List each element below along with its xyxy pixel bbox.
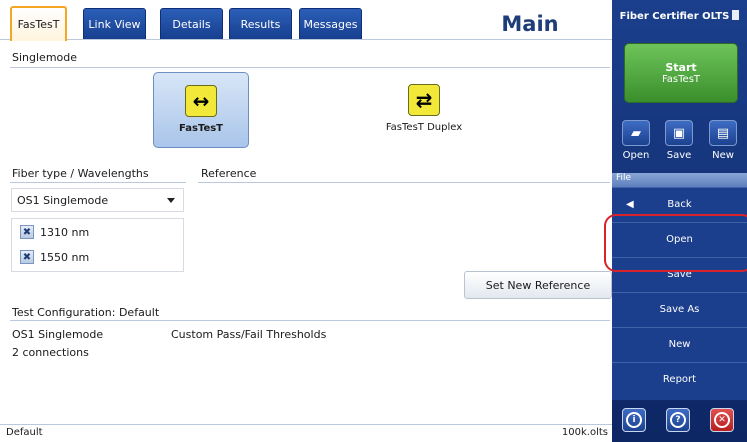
new-icon-label: New — [712, 150, 734, 161]
menu-item-open[interactable]: Open — [612, 222, 747, 256]
singlemode-label: Singlemode — [12, 51, 78, 64]
file-menu-header: File — [612, 173, 747, 187]
set-new-reference-button[interactable]: Set New Reference — [464, 271, 612, 299]
fiber-type-value: OS1 Singlemode — [17, 193, 109, 207]
close-icon[interactable]: ✕ — [710, 408, 734, 432]
page-title: Main — [501, 12, 559, 36]
mode-fastest-button[interactable]: ↔ FasTesT — [153, 72, 249, 148]
info-glyph: i — [626, 412, 642, 428]
wavelength-label: 1310 nm — [40, 225, 90, 239]
tab-details[interactable]: Details — [160, 8, 223, 39]
right-sidebar: Fiber Certifier OLTS Start FasTesT ▰ ▣ ▤… — [612, 0, 747, 442]
start-button[interactable]: Start FasTesT — [624, 43, 738, 103]
menu-item-save-as[interactable]: Save As — [612, 292, 747, 326]
test-config-label: Test Configuration: Default — [12, 306, 160, 319]
menu-item-report[interactable]: Report — [612, 362, 747, 396]
menu-item-label: Back — [667, 199, 692, 210]
main-panel: FasTesT Link View Details Results Messag… — [0, 0, 612, 442]
config-fiber-type: OS1 Singlemode — [12, 328, 104, 341]
chevron-down-icon — [167, 198, 175, 203]
tab-link-view[interactable]: Link View — [83, 8, 146, 39]
menu-item-new[interactable]: New — [612, 327, 747, 361]
fiber-section-label: Fiber type / Wavelengths — [12, 167, 149, 180]
list-item[interactable]: ✖ 1550 nm — [20, 250, 89, 264]
fiber-type-dropdown[interactable]: OS1 Singlemode — [11, 188, 184, 212]
new-document-icon[interactable]: ▤ — [709, 120, 737, 146]
document-icon — [732, 10, 740, 20]
menu-item-label: New — [668, 339, 691, 350]
menu-item-label: Report — [662, 374, 697, 385]
menu-item-save[interactable]: Save — [612, 257, 747, 291]
help-glyph: ? — [670, 412, 686, 428]
checkbox-icon[interactable]: ✖ — [20, 225, 34, 239]
folder-icon[interactable]: ▰ — [622, 120, 650, 146]
list-item[interactable]: ✖ 1310 nm — [20, 225, 89, 239]
divider — [10, 182, 186, 183]
floppy-icon[interactable]: ▣ — [665, 120, 693, 146]
wavelength-list: ✖ 1310 nm ✖ 1550 nm — [11, 218, 184, 272]
file-menu: File ◀ Back Open Save Save As New Report — [612, 173, 747, 400]
tab-results[interactable]: Results — [229, 8, 292, 39]
help-icon[interactable]: ? — [666, 408, 690, 432]
start-mode-label: FasTesT — [661, 74, 701, 85]
menu-item-back[interactable]: ◀ Back — [612, 187, 747, 221]
divider — [198, 182, 610, 183]
menu-item-label: Save As — [659, 304, 700, 315]
save-icon-label: Save — [666, 150, 692, 161]
duplex-arrows-icon: ⇄ — [408, 84, 440, 116]
status-left: Default — [6, 427, 43, 438]
close-glyph: ✕ — [714, 412, 730, 428]
divider — [10, 67, 610, 68]
mode-fastest-label: FasTesT — [179, 123, 223, 134]
mode-duplex-label: FasTesT Duplex — [385, 122, 463, 133]
tab-fastest[interactable]: FasTesT — [10, 6, 67, 41]
mode-fastest-duplex-button[interactable]: ⇄ FasTesT Duplex — [376, 84, 472, 154]
tab-bar: FasTesT Link View Details Results Messag… — [0, 0, 612, 41]
app-title-text: Fiber Certifier OLTS — [619, 11, 730, 22]
wavelength-label: 1550 nm — [40, 250, 90, 264]
divider — [10, 320, 610, 321]
status-bar: Default 100k.olts — [0, 424, 612, 442]
config-connections: 2 connections — [12, 346, 89, 359]
status-right: 100k.olts — [561, 427, 608, 438]
info-icon[interactable]: i — [622, 408, 646, 432]
open-icon-label: Open — [622, 150, 650, 161]
app-title: Fiber Certifier OLTS — [612, 10, 747, 22]
tab-messages[interactable]: Messages — [299, 8, 362, 39]
reference-label: Reference — [201, 167, 257, 180]
start-label: Start — [665, 61, 697, 74]
config-thresholds: Custom Pass/Fail Thresholds — [171, 328, 327, 341]
checkbox-icon[interactable]: ✖ — [20, 250, 34, 264]
single-arrow-icon: ↔ — [185, 85, 217, 117]
menu-item-label: Save — [667, 269, 692, 280]
back-arrow-icon: ◀ — [626, 199, 634, 210]
menu-item-label: Open — [666, 234, 693, 245]
